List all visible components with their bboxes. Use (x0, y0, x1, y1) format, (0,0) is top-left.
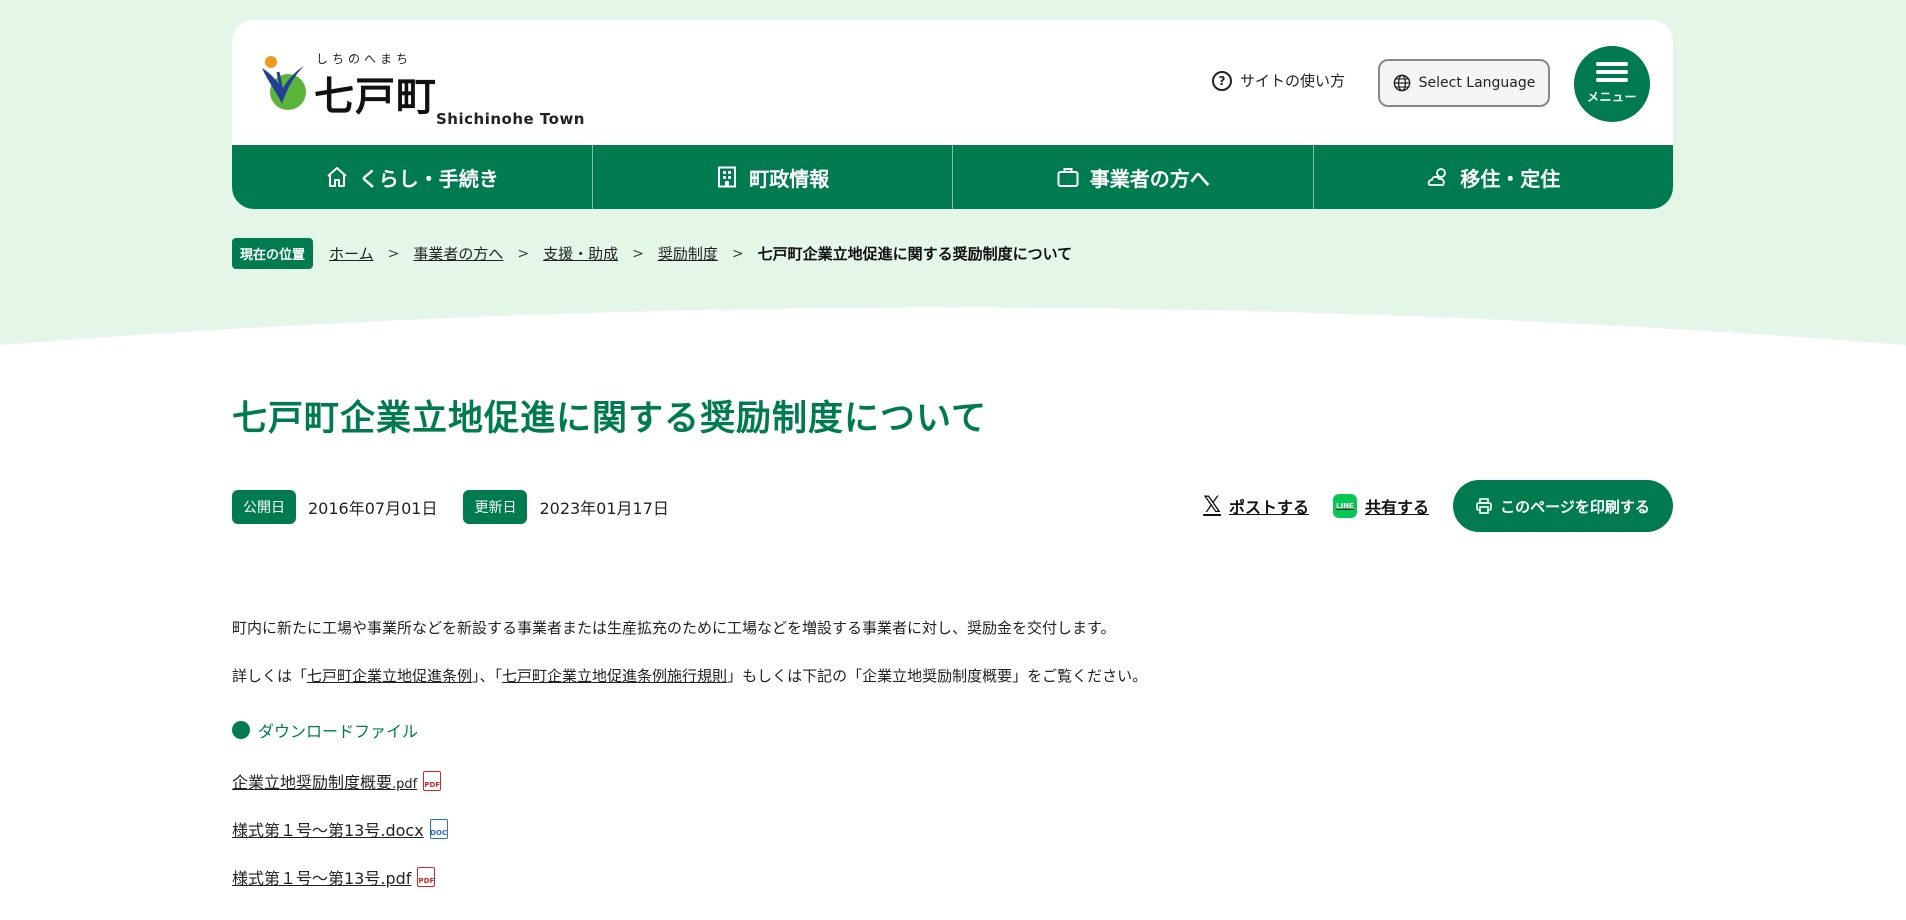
breadcrumb-home[interactable]: ホーム (329, 243, 374, 264)
printer-icon (1476, 498, 1492, 514)
share-line-label: 共有する (1364, 498, 1429, 517)
ordinance-link[interactable]: 七戸町企業立地促進条例 (307, 667, 472, 685)
weather-icon (1428, 168, 1447, 186)
published-date: 2016年07月01日 (308, 499, 438, 518)
file-link-forms-pdf[interactable]: 様式第１号～第13号.pdf PDF (232, 865, 436, 889)
nav-label: 町政情報 (749, 166, 830, 191)
share-actions: 𝕏 ポストする LINE 共有する このページを印刷する (1203, 480, 1673, 532)
nav-label: くらし・手続き (358, 166, 499, 191)
text-fragment: 」、「 (472, 667, 503, 685)
nav-label: 移住・定住 (1460, 166, 1561, 191)
briefcase-icon (1057, 168, 1079, 187)
breadcrumb-support[interactable]: 支援・助成 (543, 243, 618, 264)
download-heading-label: ダウンロードファイル (258, 722, 419, 741)
x-logo-icon: 𝕏 (1203, 493, 1221, 518)
breadcrumb-business[interactable]: 事業者の方へ (413, 243, 503, 264)
file-name: 企業立地奨励制度概要.pdf (232, 773, 418, 792)
ordinance-rules-link[interactable]: 七戸町企業立地促進条例施行規則 (502, 667, 727, 685)
bullet-dot-icon (232, 721, 250, 739)
details-paragraph: 詳しくは「七戸町企業立地促進条例」、「七戸町企業立地促進条例施行規則」もしくは下… (232, 665, 1147, 686)
download-heading: ダウンロードファイル (232, 718, 418, 742)
site-help-link[interactable]: ? サイトの使い方 (1212, 70, 1345, 91)
site-header: しちのへまち 七戸町 Shichinohe Town ? サイトの使い方 Sel… (232, 20, 1673, 209)
site-logo[interactable]: しちのへまち 七戸町 Shichinohe Town (258, 52, 584, 128)
intro-paragraph: 町内に新たに工場や事業所などを新設する事業者または生産拡充のために工場などを増設… (232, 619, 1116, 637)
pdf-file-icon: PDF (417, 867, 436, 887)
breadcrumb-badge: 現在の位置 (232, 238, 314, 269)
pdf-file-icon: PDF (423, 771, 442, 791)
share-x-link[interactable]: 𝕏 ポストする (1203, 494, 1309, 518)
updated-date: 2023年01月17日 (539, 499, 669, 518)
file-name: 様式第１号～第13号.pdf (232, 869, 412, 888)
select-language-button[interactable]: Select Language (1378, 59, 1550, 107)
question-circle-icon: ? (1212, 70, 1232, 91)
logo-english: Shichinohe Town (436, 110, 585, 128)
nav-item-town-admin[interactable]: 町政情報 (593, 145, 953, 209)
updated-badge: 更新日 (463, 490, 528, 524)
nav-item-living[interactable]: くらし・手続き (232, 145, 593, 209)
breadcrumb-current: 七戸町企業立地促進に関する奨励制度について (757, 245, 1073, 263)
hamburger-icon (1596, 61, 1628, 82)
share-line-link[interactable]: LINE 共有する (1332, 494, 1429, 518)
chevron-right-icon: > (731, 245, 744, 262)
breadcrumb-incentive[interactable]: 奨励制度 (658, 243, 718, 264)
building-icon (718, 166, 737, 188)
language-label: Select Language (1418, 75, 1536, 91)
word-file-icon: DOC (429, 819, 448, 839)
nav-item-business[interactable]: 事業者の方へ (953, 145, 1314, 209)
menu-button[interactable]: メニュー (1574, 46, 1650, 122)
file-link-overview-pdf[interactable]: 企業立地奨励制度概要.pdf PDF (232, 769, 442, 793)
text-fragment: 詳しくは「 (232, 667, 308, 685)
line-logo-icon: LINE (1332, 494, 1357, 518)
published-badge: 公開日 (232, 490, 296, 524)
help-label: サイトの使い方 (1240, 72, 1346, 90)
logo-kanji: 七戸町 (314, 73, 437, 120)
print-label: このページを印刷する (1500, 497, 1650, 516)
text-fragment: 」もしくは下記の「企業立地奨励制度概要」をご覧ください。 (727, 667, 1148, 685)
menu-label: メニュー (1586, 89, 1637, 104)
global-nav: くらし・手続き 町政情報 事業者の方へ 移住・定住 (232, 145, 1673, 209)
page-meta: 公開日 2016年07月01日 更新日 2023年01月17日 (232, 490, 695, 524)
town-emblem-icon (262, 56, 306, 110)
chevron-right-icon: > (517, 245, 530, 262)
print-button[interactable]: このページを印刷する (1453, 480, 1673, 532)
globe-icon (1393, 74, 1410, 92)
chevron-right-icon: > (387, 245, 400, 262)
home-icon (327, 167, 347, 187)
file-name: 様式第１号～第13号.docx (232, 821, 424, 840)
nav-label: 事業者の方へ (1089, 166, 1210, 191)
file-link-forms-docx[interactable]: 様式第１号～第13号.docx DOC (232, 817, 448, 841)
nav-item-relocation[interactable]: 移住・定住 (1314, 145, 1674, 209)
breadcrumb: 現在の位置 ホーム > 事業者の方へ > 支援・助成 > 奨励制度 > 七戸町企… (232, 238, 1072, 269)
share-x-label: ポストする (1228, 498, 1309, 517)
chevron-right-icon: > (632, 245, 644, 262)
page-title: 七戸町企業立地促進に関する奨励制度について (232, 399, 987, 439)
